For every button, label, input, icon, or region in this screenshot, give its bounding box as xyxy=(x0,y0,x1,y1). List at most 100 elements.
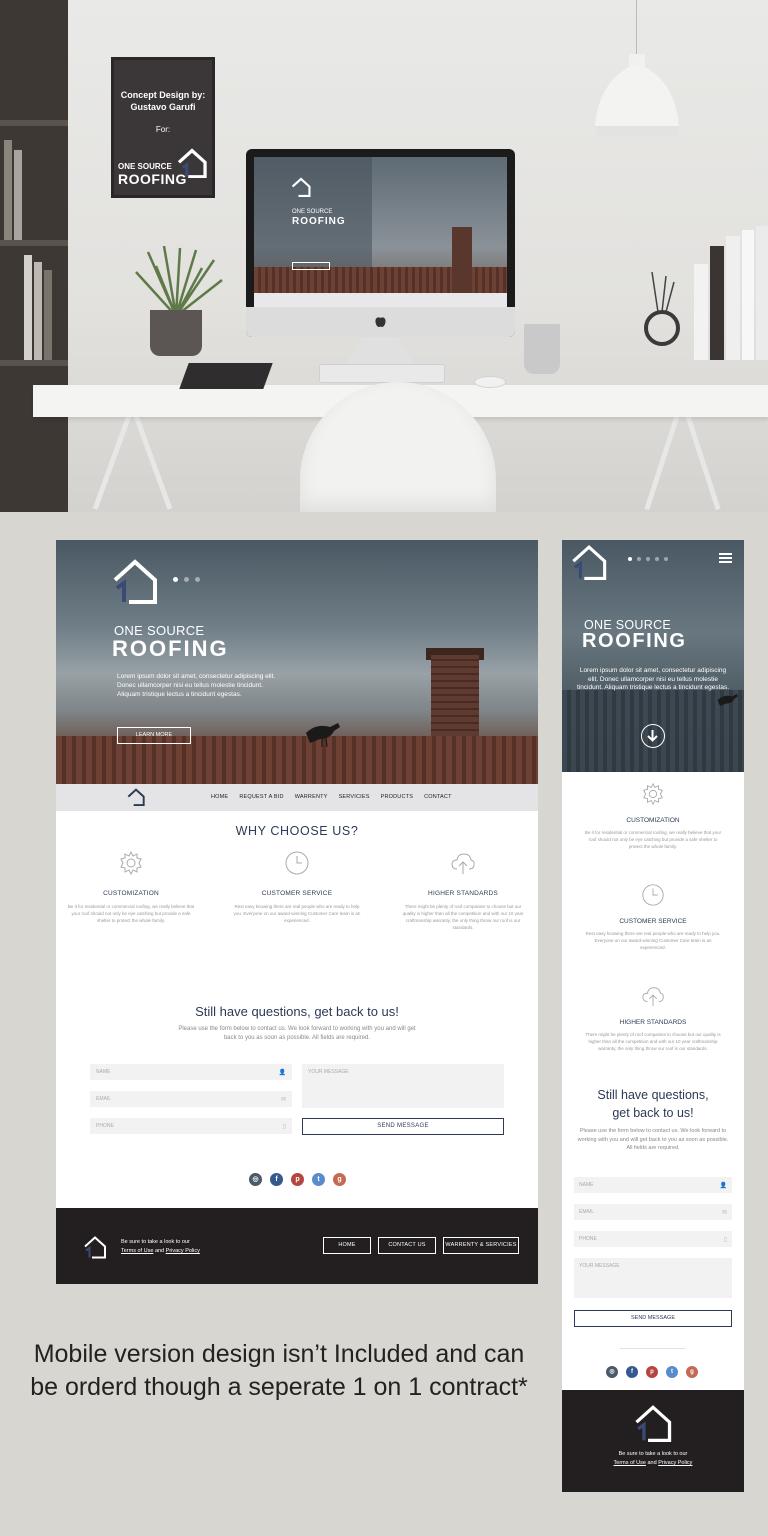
hero-banner: ONE SOURCE ROOFING Lorem ipsum dolor sit… xyxy=(56,540,538,784)
google-plus-icon[interactable]: g xyxy=(686,1366,698,1378)
footer: Be sure to take a look to our Terms of U… xyxy=(56,1208,538,1284)
nav-home[interactable]: HOME xyxy=(211,794,228,800)
plant xyxy=(135,246,223,316)
house-logo-icon xyxy=(635,1405,672,1442)
gear-icon xyxy=(643,782,663,806)
slider-dot[interactable] xyxy=(628,557,632,561)
instagram-icon[interactable]: ◎ xyxy=(249,1173,262,1186)
slider-dot[interactable] xyxy=(664,557,668,561)
slider-dot[interactable] xyxy=(173,577,178,582)
footer-text: Be sure to take a look to our Terms of U… xyxy=(562,1450,744,1468)
slider-dots[interactable] xyxy=(173,577,200,582)
pinterest-icon[interactable]: p xyxy=(646,1366,658,1378)
mail-icon: ✉ xyxy=(721,1210,727,1216)
gear-icon xyxy=(120,850,142,876)
feature-customization: CUSTOMIZATION Be it for residential or c… xyxy=(66,850,196,924)
hero-title-big: ROOFING xyxy=(112,636,229,661)
feature-body: Rest easy knowing there are real people … xyxy=(233,904,361,923)
message-placeholder: YOUR MESSAGE xyxy=(308,1069,349,1075)
email-placeholder: EMAIL xyxy=(96,1096,112,1102)
office-mockup-photo: Concept Design by: Gustavo Garufi For: O… xyxy=(0,0,768,512)
instagram-icon[interactable]: ◎ xyxy=(606,1366,618,1378)
poster-line2: Gustavo Garufi xyxy=(130,102,196,112)
email-field[interactable]: EMAIL ✉ xyxy=(90,1091,292,1107)
facebook-icon[interactable]: f xyxy=(270,1173,283,1186)
slider-dots[interactable] xyxy=(628,557,668,561)
phone-field[interactable]: PHONE ▯ xyxy=(90,1118,292,1134)
imac-title-small: ONE SOURCE xyxy=(292,209,333,215)
slider-dot[interactable] xyxy=(646,557,650,561)
house-logo-icon[interactable] xyxy=(126,788,146,806)
privacy-link[interactable]: Privacy Policy xyxy=(166,1248,200,1254)
mobile-questions-subtitle: Please use the form below to contact us.… xyxy=(577,1128,729,1151)
footer-warrenty-button[interactable]: WARRENTY & SERVICIES xyxy=(443,1237,519,1254)
feature-body: Be it for residential or commercial roof… xyxy=(67,904,195,923)
imac-screen: ONE SOURCE ROOFING xyxy=(254,157,507,307)
scroll-down-button[interactable] xyxy=(641,724,665,748)
name-placeholder: NAME xyxy=(579,1182,594,1188)
learn-more-button[interactable]: LEARN MORE xyxy=(117,727,191,744)
house-logo-icon[interactable] xyxy=(568,544,610,580)
send-message-button[interactable]: SEND MESSAGE xyxy=(574,1310,732,1327)
name-field[interactable]: NAME 👤 xyxy=(574,1177,732,1193)
send-message-button[interactable]: SEND MESSAGE xyxy=(302,1118,504,1135)
mug xyxy=(524,324,560,374)
email-field[interactable]: EMAIL ✉ xyxy=(574,1204,732,1220)
imac-title-big: ROOFING xyxy=(292,216,346,227)
questions-subtitle: Please use the form below to contact us.… xyxy=(178,1026,416,1041)
phone-placeholder: PHONE xyxy=(579,1236,597,1242)
feature-customer-service: CUSTOMER SERVICE Rest easy knowing there… xyxy=(232,850,362,924)
nav-contact[interactable]: CONTACT xyxy=(424,794,452,800)
mobile-disclaimer-note: Mobile version design isn’t Included and… xyxy=(30,1340,528,1401)
feature-title: CUSTOMIZATION xyxy=(103,890,159,897)
footer-home-button[interactable]: HOME xyxy=(323,1237,371,1254)
pinterest-icon[interactable]: p xyxy=(291,1173,304,1186)
keyboard xyxy=(319,364,445,383)
feature-title: CUSTOMIZATION xyxy=(626,817,680,824)
footer-line1: Be sure to take a look to our xyxy=(121,1239,190,1245)
user-icon: 👤 xyxy=(278,1070,286,1076)
privacy-link[interactable]: Privacy Policy xyxy=(658,1460,692,1466)
phone-field[interactable]: PHONE ▯ xyxy=(574,1231,732,1247)
hamburger-menu-icon[interactable] xyxy=(719,553,732,563)
feature-higher-standards: HIGHER STANDARDS There might be plenty o… xyxy=(582,984,724,1052)
nav-products[interactable]: PRODUCTS xyxy=(381,794,413,800)
twitter-icon[interactable]: t xyxy=(666,1366,678,1378)
divider xyxy=(620,1348,686,1349)
slider-dot[interactable] xyxy=(195,577,200,582)
house-logo-icon xyxy=(113,559,157,604)
arrow-down-icon xyxy=(647,730,658,742)
mobile-hero-body: Lorem ipsum dolor sit amet, consectetur … xyxy=(576,667,730,691)
nav-warrenty[interactable]: WARRENTY xyxy=(295,794,328,800)
mobile-questions-title-line1: Still have questions, xyxy=(597,1088,709,1102)
phone-icon: ▯ xyxy=(282,1124,286,1130)
email-placeholder: EMAIL xyxy=(579,1209,595,1215)
bookshelf xyxy=(0,0,68,512)
feature-title: HIGHER STANDARDS xyxy=(619,1019,687,1026)
facebook-icon[interactable]: f xyxy=(626,1366,638,1378)
mobile-questions-title-line2: get back to us! xyxy=(612,1106,694,1120)
footer-contact-button[interactable]: CONTACT US xyxy=(378,1237,436,1254)
nav-request-bid[interactable]: REQUEST A BID xyxy=(239,794,283,800)
clock-icon xyxy=(285,851,309,875)
terms-link[interactable]: Terms of Use xyxy=(614,1460,646,1466)
message-field[interactable]: YOUR MESSAGE xyxy=(302,1064,504,1108)
mobile-questions-title: Still have questions, get back to us! xyxy=(572,1086,734,1122)
notebook xyxy=(179,363,273,389)
message-field[interactable]: YOUR MESSAGE xyxy=(574,1258,732,1298)
mail-icon: ✉ xyxy=(280,1097,286,1103)
terms-link[interactable]: Terms of Use xyxy=(121,1248,153,1254)
slider-dot[interactable] xyxy=(184,577,189,582)
google-plus-icon[interactable]: g xyxy=(333,1173,346,1186)
slider-dot[interactable] xyxy=(655,557,659,561)
twitter-icon[interactable]: t xyxy=(312,1173,325,1186)
apple-icon xyxy=(375,317,386,327)
footer-text: Be sure to take a look to our Terms of U… xyxy=(121,1238,200,1256)
why-choose-title: WHY CHOOSE US? xyxy=(235,824,359,838)
message-placeholder: YOUR MESSAGE xyxy=(579,1263,620,1269)
slider-dot[interactable] xyxy=(637,557,641,561)
name-placeholder: NAME xyxy=(96,1069,111,1075)
name-field[interactable]: NAME 👤 xyxy=(90,1064,292,1080)
feature-customer-service: CUSTOMER SERVICE Rest easy knowing there… xyxy=(582,883,724,951)
nav-servicies[interactable]: SERVICIES xyxy=(339,794,370,800)
